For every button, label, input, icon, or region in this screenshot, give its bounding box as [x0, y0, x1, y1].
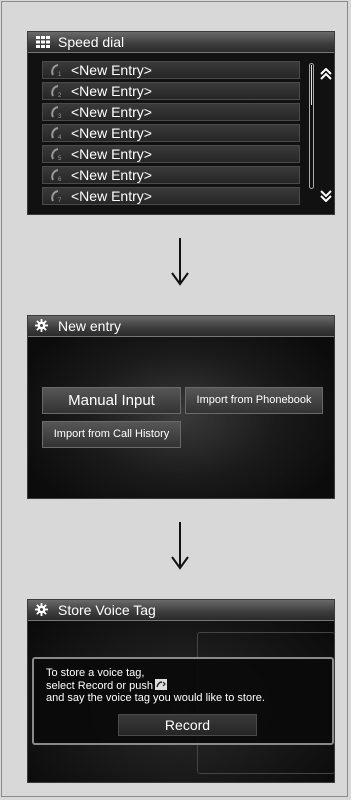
- entry-label: <New Entry>: [71, 104, 152, 120]
- phone-icon: 5: [51, 148, 62, 161]
- entry-label: <New Entry>: [71, 188, 152, 204]
- message-line: To store a voice tag,: [46, 667, 145, 679]
- manual-input-button[interactable]: Manual Input: [42, 387, 181, 414]
- phone-icon: 3: [51, 106, 62, 119]
- record-button[interactable]: Record: [118, 714, 257, 736]
- svg-text:2: 2: [58, 93, 62, 98]
- phone-icon: 6: [51, 169, 62, 182]
- entry-label: <New Entry>: [71, 146, 152, 162]
- svg-text:4: 4: [58, 135, 62, 140]
- speed-dial-entry[interactable]: 3 <New Entry>: [42, 103, 300, 121]
- speed-dial-screen: Speed dial 1 <New Entry> 2 <New Entry> 3…: [27, 31, 335, 215]
- page-title: Speed dial: [58, 34, 125, 50]
- scroll-up-icon[interactable]: [319, 68, 333, 80]
- list-scrollbar[interactable]: [309, 63, 314, 189]
- svg-text:5: 5: [58, 156, 62, 161]
- voice-tag-titlebar: Store Voice Tag: [28, 600, 334, 621]
- speed-dial-entry[interactable]: 2 <New Entry>: [42, 82, 300, 100]
- down-arrow-icon: [171, 522, 189, 570]
- svg-text:3: 3: [58, 114, 62, 119]
- entry-label: <New Entry>: [71, 62, 152, 78]
- voice-tag-dialog: To store a voice tag, select Record or p…: [32, 657, 334, 745]
- dialog-message: To store a voice tag, select Record or p…: [46, 667, 265, 704]
- entry-label: <New Entry>: [71, 167, 152, 183]
- import-call-history-button[interactable]: Import from Call History: [42, 421, 181, 448]
- speed-dial-titlebar: Speed dial: [28, 32, 334, 53]
- entry-label: <New Entry>: [71, 83, 152, 99]
- scrollbar-thumb[interactable]: [311, 65, 312, 105]
- store-voice-tag-screen: Store Voice Tag To store a voice tag, se…: [27, 599, 335, 783]
- gear-icon: [35, 319, 48, 332]
- speed-dial-list: 1 <New Entry> 2 <New Entry> 3 <New Entry…: [42, 61, 300, 208]
- down-arrow-icon: [171, 238, 189, 286]
- manual-page-frame: Speed dial 1 <New Entry> 2 <New Entry> 3…: [1, 1, 348, 797]
- message-line: and say the voice tag you would like to …: [46, 692, 265, 704]
- phone-icon: 7: [51, 190, 62, 203]
- page-title: Store Voice Tag: [58, 602, 156, 618]
- speed-dial-entry[interactable]: 4 <New Entry>: [42, 124, 300, 142]
- phone-icon: 4: [51, 127, 62, 140]
- phone-icon: 2: [51, 85, 62, 98]
- message-line: select Record or push: [46, 679, 265, 692]
- entry-label: <New Entry>: [71, 125, 152, 141]
- voice-talk-icon: [155, 679, 167, 690]
- import-phonebook-button[interactable]: Import from Phonebook: [185, 387, 323, 414]
- speed-dial-entry[interactable]: 6 <New Entry>: [42, 166, 300, 184]
- svg-text:7: 7: [58, 198, 62, 203]
- svg-text:6: 6: [58, 177, 62, 182]
- new-entry-screen: New entry Manual Input Import from Phone…: [27, 315, 335, 499]
- speed-dial-entry[interactable]: 7 <New Entry>: [42, 187, 300, 205]
- speed-dial-entry[interactable]: 1 <New Entry>: [42, 61, 300, 79]
- grid-icon: [36, 36, 50, 48]
- page-title: New entry: [58, 318, 122, 334]
- gear-icon: [35, 603, 48, 616]
- new-entry-titlebar: New entry: [28, 316, 334, 337]
- svg-text:1: 1: [58, 72, 62, 77]
- speed-dial-entry[interactable]: 5 <New Entry>: [42, 145, 300, 163]
- scroll-down-icon[interactable]: [319, 190, 333, 202]
- phone-icon: 1: [51, 64, 62, 77]
